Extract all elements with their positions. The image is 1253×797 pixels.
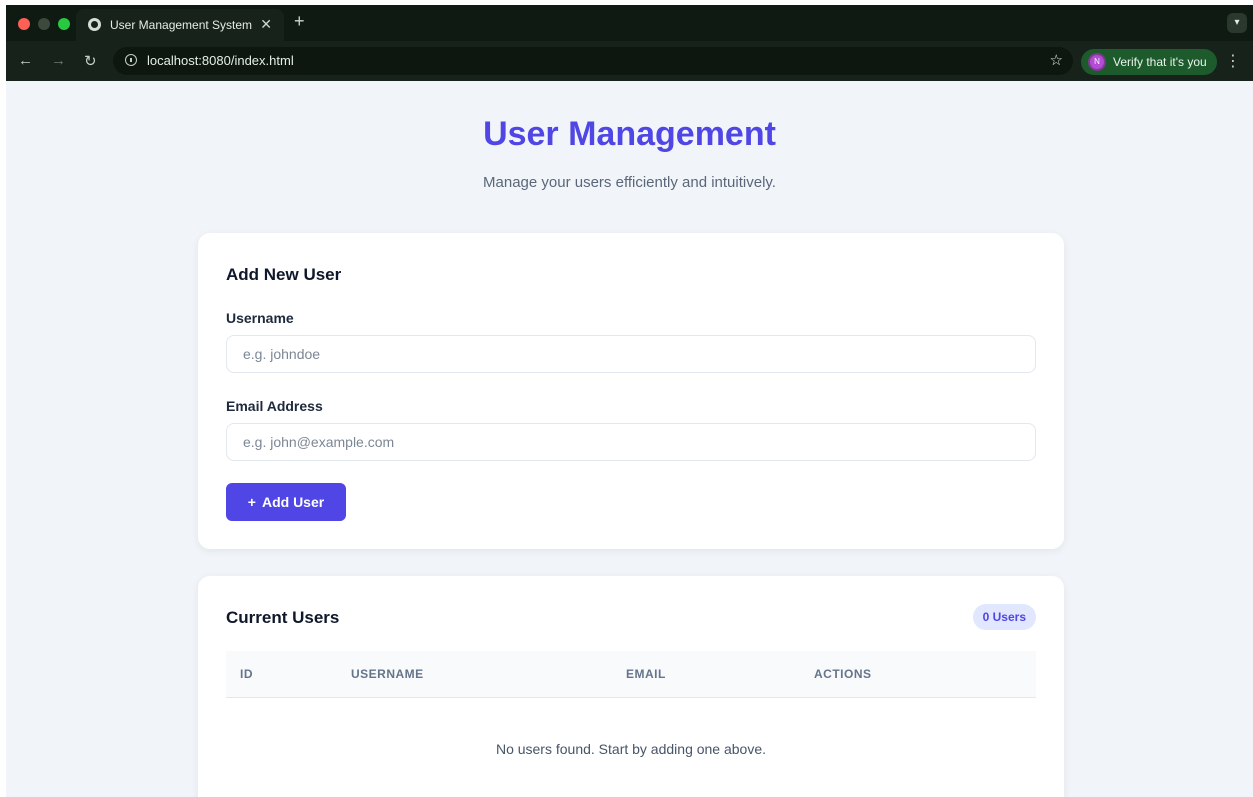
back-arrow-icon[interactable]: ←: [18, 52, 33, 69]
kebab-menu-icon[interactable]: ⋮: [1225, 51, 1241, 71]
tab-title: User Management System: [110, 18, 253, 32]
url-text[interactable]: localhost:8080/index.html: [147, 53, 294, 68]
close-icon[interactable]: ✕: [260, 16, 272, 33]
globe-icon: [88, 18, 101, 31]
add-user-card: Add New User Username Email Address + Ad…: [198, 233, 1064, 549]
user-count-badge: 0 Users: [972, 604, 1036, 630]
chevron-down-icon[interactable]: ▾: [1227, 13, 1247, 33]
verify-label: Verify that it's you: [1113, 55, 1207, 69]
add-user-button-label: Add User: [261, 494, 325, 510]
tab-strip: User Management System ✕ + ▾: [6, 5, 1253, 41]
minimize-window-button[interactable]: [38, 18, 50, 30]
page-subtitle: Manage your users efficiently and intuit…: [483, 174, 776, 191]
empty-state-message: No users found. Start by adding one abov…: [495, 741, 767, 757]
plus-icon: +: [247, 494, 256, 510]
current-users-card: Current Users 0 Users ID USERNAME EMAIL …: [198, 576, 1064, 797]
column-header-username: USERNAME: [351, 667, 424, 681]
email-label: Email Address: [226, 398, 323, 414]
reload-icon[interactable]: ↻: [84, 52, 97, 70]
verify-identity-button[interactable]: N Verify that it's you: [1081, 49, 1217, 75]
close-window-button[interactable]: [18, 18, 30, 30]
page-title: User Management: [483, 115, 776, 153]
maximize-window-button[interactable]: [58, 18, 70, 30]
column-header-email: EMAIL: [626, 667, 666, 681]
username-label: Username: [226, 310, 294, 326]
browser-tab[interactable]: User Management System ✕: [76, 9, 284, 41]
browser-chrome: User Management System ✕ + ▾ ← → ↻ local…: [6, 5, 1253, 81]
star-icon[interactable]: ☆: [1050, 51, 1063, 69]
email-input[interactable]: [226, 423, 1036, 461]
plus-icon[interactable]: +: [294, 11, 305, 32]
forward-arrow-icon[interactable]: →: [51, 52, 66, 69]
username-input[interactable]: [226, 335, 1036, 373]
table-header: ID USERNAME EMAIL ACTIONS: [226, 651, 1036, 698]
column-header-actions: ACTIONS: [814, 667, 872, 681]
current-users-heading: Current Users: [226, 608, 340, 627]
address-bar[interactable]: localhost:8080/index.html ☆: [113, 47, 1073, 75]
info-icon[interactable]: [125, 54, 137, 66]
add-user-button[interactable]: + Add User: [226, 483, 346, 521]
add-user-heading: Add New User: [226, 265, 342, 284]
column-header-id: ID: [240, 667, 253, 681]
avatar: N: [1090, 55, 1104, 69]
page-content: User Management Manage your users effici…: [6, 81, 1253, 797]
